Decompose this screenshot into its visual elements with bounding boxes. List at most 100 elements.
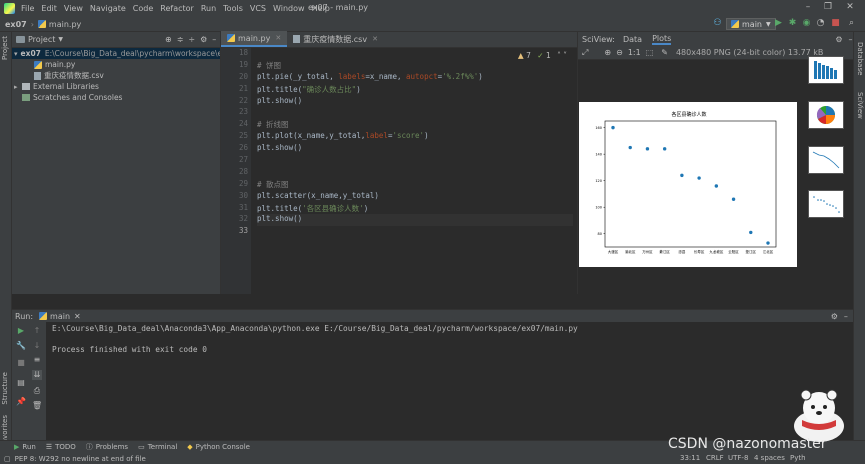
code-line[interactable]	[257, 155, 573, 167]
file-encoding[interactable]: UTF-8	[728, 454, 748, 462]
thumbnail-bar-chart[interactable]	[808, 56, 844, 84]
wrench-icon[interactable]: 🔧	[16, 341, 26, 351]
thumbnail-scatter-chart[interactable]	[808, 190, 844, 218]
menu-vcs[interactable]: VCS	[250, 4, 266, 13]
search-icon[interactable]: ⌕	[846, 18, 857, 29]
scroll-down-icon[interactable]: ↓	[32, 341, 42, 351]
tool-tab-problems[interactable]: ⓘ Problems	[86, 442, 128, 452]
code-line[interactable]	[257, 48, 573, 60]
gear-icon[interactable]: ⚙	[200, 35, 207, 44]
close-tab-icon[interactable]: ✕	[275, 34, 281, 42]
color-picker-icon[interactable]: ✎	[661, 48, 668, 57]
close-tab-icon[interactable]: ✕	[74, 312, 81, 321]
hide-icon[interactable]: –	[212, 35, 216, 44]
menu-window[interactable]: Window	[273, 4, 305, 13]
menu-navigate[interactable]: Navigate	[90, 4, 126, 13]
fit-screen-icon[interactable]: ⬚	[646, 48, 654, 57]
menu-file[interactable]: File	[21, 4, 34, 13]
thumbnail-line-chart[interactable]	[808, 146, 844, 174]
code-line[interactable]	[257, 226, 573, 238]
profile-icon[interactable]: ◔	[815, 18, 826, 29]
indent-setting[interactable]: 4 spaces	[754, 454, 785, 462]
code-line[interactable]	[257, 167, 573, 179]
code-line[interactable]: # 散点图	[257, 179, 573, 191]
run-icon[interactable]: ▶	[773, 18, 784, 29]
status-message[interactable]: PEP 8: W292 no newline at end of file	[15, 455, 146, 463]
expand-icon[interactable]: ÷	[188, 35, 195, 44]
trash-icon[interactable]: 🗑	[32, 401, 42, 411]
tree-item-main-py[interactable]: main.py	[12, 59, 220, 70]
rerun-icon[interactable]: ▶	[16, 326, 26, 336]
menu-tools[interactable]: Tools	[223, 4, 243, 13]
minimize-icon[interactable]: –	[802, 2, 814, 14]
project-tool-tab[interactable]: Project	[1, 36, 9, 60]
user-icon[interactable]: ⚇	[712, 18, 723, 29]
code-line[interactable]: plt.title("确诊人数占比")	[257, 84, 573, 96]
code-line[interactable]: plt.pie(_y_total, labels=x_name, autopct…	[257, 72, 573, 84]
tool-tab-run[interactable]: ▶ Run	[14, 443, 36, 451]
locate-icon[interactable]: ⊕	[165, 35, 172, 44]
caret-position[interactable]: 33:11	[680, 454, 700, 462]
tab-plots[interactable]: Plots	[652, 34, 672, 45]
menu-view[interactable]: View	[64, 4, 83, 13]
project-panel-title[interactable]: Project	[28, 35, 55, 44]
gear-icon[interactable]: ⚙	[835, 35, 842, 44]
sciview-tool-tab[interactable]: SciView	[856, 92, 864, 119]
zoom-in-icon[interactable]: ⊕	[604, 48, 611, 57]
pin-icon[interactable]: 📌	[16, 397, 26, 407]
tree-root-ex07[interactable]: ▾ ex07 E:\Course\Big_Data_deal\pycharm\w…	[12, 48, 236, 59]
code-line[interactable]: plt.show()	[257, 214, 573, 227]
menu-edit[interactable]: Edit	[41, 4, 57, 13]
stop-icon[interactable]: ■	[830, 18, 841, 29]
line-separator[interactable]: CRLF	[706, 454, 724, 462]
zoom-out-icon[interactable]: ⊖	[616, 48, 623, 57]
code-area[interactable]: # 饼图 plt.pie(_y_total, labels=x_name, aut…	[257, 48, 573, 294]
menu-refactor[interactable]: Refactor	[160, 4, 194, 13]
plot-image[interactable]: 各区县确诊人数 80 100 120 140 160 大渡区 渝北区 万州区 綦江区 忠县 长寿区九…	[579, 102, 797, 267]
code-line[interactable]	[257, 107, 573, 119]
restore-icon[interactable]: ❐	[822, 2, 834, 14]
breadcrumb-project[interactable]: ex07	[5, 20, 27, 29]
breadcrumb-file[interactable]: main.py	[49, 20, 81, 29]
layout-icon[interactable]: ▤	[16, 378, 26, 388]
tab-main-py[interactable]: main.py ✕	[221, 31, 288, 47]
close-icon[interactable]: ✕	[844, 2, 856, 14]
code-line[interactable]: plt.title('各区县确诊人数')	[257, 203, 573, 215]
tab-data[interactable]: Data	[623, 35, 642, 44]
tree-item-external-libraries[interactable]: ▸ External Libraries	[12, 81, 220, 92]
code-line[interactable]: # 饼图	[257, 60, 573, 72]
collapse-icon[interactable]: ≑	[177, 35, 184, 44]
gear-icon[interactable]: ⚙	[831, 312, 838, 321]
code-line[interactable]: plt.show()	[257, 96, 573, 108]
code-line[interactable]: plt.plot(x_name,y_total,label='score')	[257, 131, 573, 143]
actual-size-button[interactable]: 1:1	[628, 48, 641, 57]
debug-icon[interactable]: ✱	[787, 18, 798, 29]
run-config-selector[interactable]: main ▼	[726, 18, 776, 30]
print-icon[interactable]: ⎙	[32, 386, 42, 396]
status-panel-icon[interactable]: ▢	[4, 455, 11, 463]
structure-tool-tab[interactable]: Structure	[1, 372, 9, 405]
menu-code[interactable]: Code	[133, 4, 153, 13]
run-tab-main[interactable]: main	[50, 312, 70, 321]
tool-tab-terminal[interactable]: ▭ Terminal	[138, 443, 177, 451]
soft-wrap-icon[interactable]: ≡	[32, 355, 42, 365]
tab-csv[interactable]: 重庆疫情数据.csv ✕	[287, 31, 384, 47]
database-tool-tab[interactable]: Database	[856, 42, 864, 75]
code-line[interactable]: plt.show()	[257, 143, 573, 155]
fit-icon[interactable]: ⤢	[582, 48, 588, 58]
interpreter-setting[interactable]: Pyth	[790, 454, 806, 462]
scroll-to-end-icon[interactable]: ⇊	[32, 370, 42, 380]
scroll-up-icon[interactable]: ↑	[32, 326, 42, 336]
tree-item-scratches[interactable]: Scratches and Consoles	[12, 92, 220, 103]
menu-run[interactable]: Run	[201, 4, 216, 13]
hide-icon[interactable]: –	[848, 35, 852, 44]
stop-icon[interactable]: ■	[16, 358, 26, 368]
console-output[interactable]: E:\Course\Big_Data_deal\Anaconda3\App_An…	[52, 324, 578, 354]
tree-item-csv[interactable]: 重庆疫情数据.csv	[12, 70, 220, 81]
chevron-down-icon[interactable]: ▼	[58, 36, 63, 43]
code-line[interactable]: plt.scatter(x_name,y_total)	[257, 191, 573, 203]
code-line[interactable]: # 折线图	[257, 119, 573, 131]
tool-tab-python-console[interactable]: ◆ Python Console	[187, 443, 250, 451]
close-tab-icon[interactable]: ✕	[372, 35, 378, 43]
coverage-icon[interactable]: ◉	[801, 18, 812, 29]
